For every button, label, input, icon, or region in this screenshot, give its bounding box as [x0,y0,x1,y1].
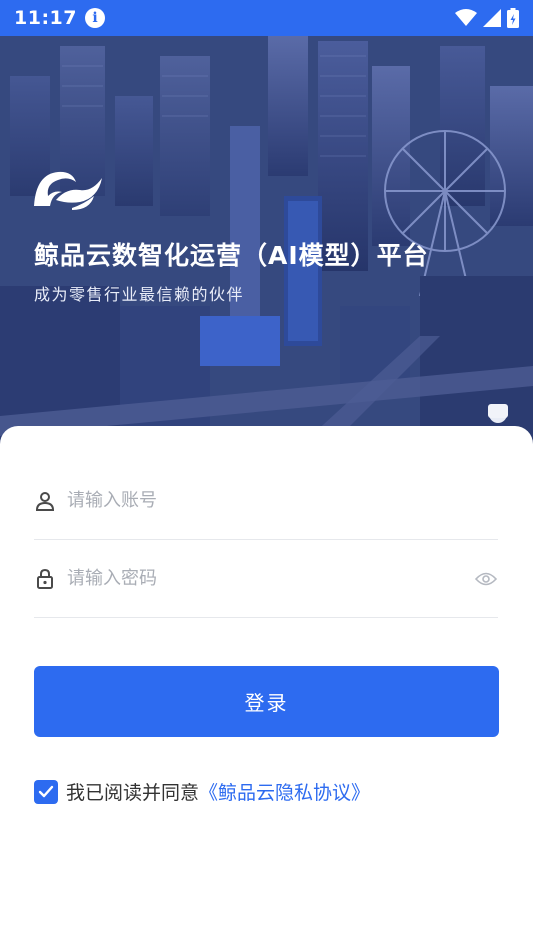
login-button[interactable]: 登录 [34,666,499,737]
password-input[interactable] [67,568,474,589]
password-field [34,540,498,618]
eye-icon[interactable] [474,567,498,591]
privacy-link[interactable]: 《鲸品云隐私协议》 [199,778,370,805]
brand-logo [34,171,102,210]
hero-subtitle: 成为零售行业最信赖的伙伴 [34,285,245,304]
user-icon [34,490,56,512]
signal-icon [483,9,501,27]
account-field [34,462,498,540]
login-card: 登录 我已阅读并同意 《鲸品云隐私协议》 [0,426,533,948]
hero-title: 鲸品云数智化运营（AI模型）平台 [34,241,429,270]
status-time: 11:17 [14,7,77,29]
agree-text: 我已阅读并同意 [66,782,200,804]
lock-icon [34,568,56,590]
account-input[interactable] [67,490,498,511]
hero-banner: 鲸品云数智化运营（AI模型）平台 成为零售行业最信赖的伙伴 [0,36,533,446]
battery-icon [507,8,519,28]
wifi-icon [455,9,477,26]
info-icon: i [84,8,105,28]
status-bar: 11:17 i [0,0,533,36]
agreement-row: 我已阅读并同意 《鲸品云隐私协议》 [34,778,370,805]
agree-checkbox[interactable] [34,779,58,804]
status-icons [455,8,519,28]
check-icon [38,785,54,797]
